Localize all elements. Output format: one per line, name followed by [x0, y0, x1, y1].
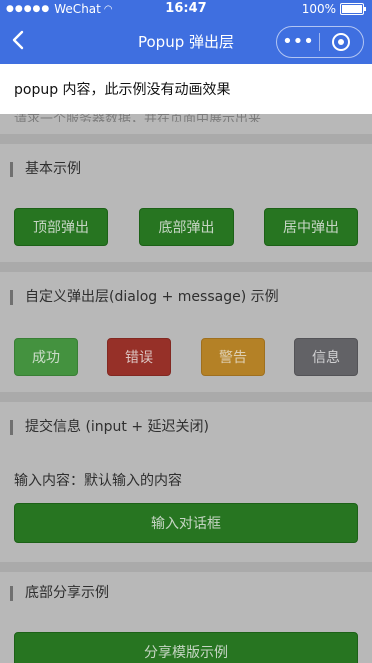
close-miniprogram-button[interactable] [320, 33, 362, 51]
warning-button[interactable]: 警告 [201, 338, 265, 376]
top-popup-button[interactable]: 顶部弹出 [14, 208, 108, 246]
section-title: 提交信息 (input + 延迟关闭) [10, 420, 209, 435]
section-title: 底部分享示例 [10, 586, 109, 601]
battery-percent: 100% [301, 2, 336, 16]
popup-text: popup 内容，此示例没有动画效果 [14, 82, 231, 98]
info-button[interactable]: 信息 [294, 338, 358, 376]
divider [0, 134, 372, 144]
section-title: 自定义弹出层(dialog + message) 示例 [10, 290, 279, 305]
page-content: 请求一个服务器数据，并在页面中展示出来 基本示例 顶部弹出 底部弹出 居中弹出 … [0, 114, 372, 663]
popup-top[interactable]: popup 内容，此示例没有动画效果 [0, 64, 372, 114]
panel-top: 请求一个服务器数据，并在页面中展示出来 [0, 114, 372, 134]
section-title: 基本示例 [10, 162, 81, 177]
more-button[interactable]: ••• [277, 27, 319, 57]
section-submit: 提交信息 (input + 延迟关闭) 输入内容：默认输入的内容 输入对话框 [0, 402, 372, 562]
section-basic: 基本示例 顶部弹出 底部弹出 居中弹出 [0, 144, 372, 262]
center-popup-button[interactable]: 居中弹出 [264, 208, 358, 246]
input-content-line: 输入内容：默认输入的内容 [14, 470, 182, 490]
nav-bar: Popup 弹出层 ••• [0, 18, 372, 64]
menu-capsule: ••• [276, 26, 364, 58]
status-right: 100% [301, 2, 366, 16]
input-dialog-button[interactable]: 输入对话框 [14, 503, 358, 543]
bottom-popup-button[interactable]: 底部弹出 [139, 208, 234, 246]
partially-hidden-text: 请求一个服务器数据，并在页面中展示出来 [14, 114, 262, 122]
share-template-button[interactable]: 分享模版示例 [14, 632, 358, 663]
input-value: 默认输入的内容 [84, 473, 182, 489]
input-label: 输入内容： [14, 473, 84, 489]
success-button[interactable]: 成功 [14, 338, 78, 376]
section-custom: 自定义弹出层(dialog + message) 示例 成功 错误 警告 信息 [0, 272, 372, 392]
status-bar: ●●●●● WeChat ◠ 16:47 100% [0, 0, 372, 18]
divider [0, 562, 372, 572]
section-share: 底部分享示例 分享模版示例 [0, 572, 372, 663]
error-button[interactable]: 错误 [107, 338, 171, 376]
target-icon [332, 33, 350, 51]
divider [0, 392, 372, 402]
divider [0, 262, 372, 272]
battery-icon [340, 3, 366, 15]
